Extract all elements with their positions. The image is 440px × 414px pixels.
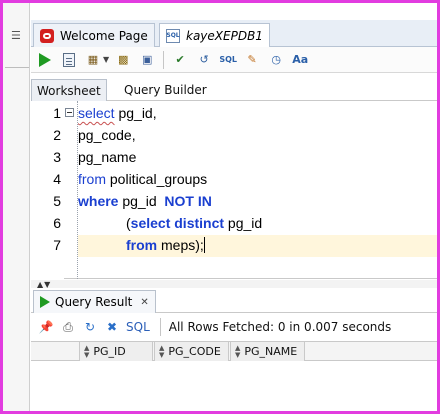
line-number: 5	[53, 193, 61, 209]
code-fold-toggle[interactable]	[65, 108, 74, 117]
run-statement-button[interactable]	[37, 52, 53, 68]
code-text: political_groups	[106, 171, 208, 187]
chevron-down-icon[interactable]: ▼	[103, 55, 109, 64]
result-toolbar: 📌 ⎙ ↻ ✖ SQL All Rows Fetched: 0 in 0.007…	[31, 315, 437, 339]
code-line-3: pg_name	[78, 149, 136, 165]
panel-glyph-icon: ☰	[11, 29, 21, 42]
column-header-pg-id[interactable]: ▲ ▼ PG_ID	[79, 342, 153, 361]
tab-query-result[interactable]: Query Result ✕	[33, 290, 156, 313]
sql-history-button[interactable]: ◷	[268, 52, 284, 68]
unshared-sql-button[interactable]: SQL	[219, 52, 237, 68]
column-label: PG_ID	[93, 345, 126, 358]
commit-button[interactable]: ✔	[172, 52, 188, 68]
play-icon	[39, 52, 51, 67]
result-tab-bar: Query Result ✕	[31, 290, 437, 313]
worksheet-sub-tabs: Worksheet Query Builder	[31, 79, 437, 101]
rollback-button[interactable]: ↺	[196, 52, 212, 68]
window-frame: ☰ Welcome Page SQL kayeXEPDB1 ▦ ▼ ▩ ▣ ✔ …	[0, 0, 440, 414]
play-icon	[40, 296, 50, 308]
print-icon[interactable]: ⎙	[60, 319, 76, 335]
keyword: from	[126, 237, 158, 253]
sort-icon: ▲ ▼	[84, 343, 90, 359]
toolbar-separator	[163, 50, 165, 69]
collapse-arrows-icon[interactable]: ▲▼	[37, 280, 51, 289]
code-text: pg_id	[224, 215, 263, 231]
close-icon[interactable]: ✕	[140, 297, 148, 308]
tab-worksheet[interactable]: Worksheet	[31, 79, 107, 101]
clear-results-icon[interactable]: ✖	[104, 319, 120, 335]
tab-label: Query Result	[55, 295, 133, 309]
line-number: 6	[53, 215, 61, 231]
worksheet-toolbar: ▦ ▼ ▩ ▣ ✔ ↺ SQL ✎ ◷ Aa	[31, 47, 437, 73]
line-number: 7	[53, 237, 61, 253]
result-grid-header: ▲ ▼ PG_ID ▲ ▼ PG_CODE ▲ ▼ PG_NAME	[31, 341, 437, 361]
line-number: 3	[53, 149, 61, 165]
panel-splitter[interactable]: ▲▼	[31, 280, 437, 289]
run-script-button[interactable]	[61, 52, 77, 68]
keyword: where	[78, 193, 119, 209]
tab-label: Welcome Page	[60, 28, 148, 43]
code-line-1: select pg_id,	[78, 105, 157, 121]
result-grid-body[interactable]	[31, 361, 437, 411]
line-number: 1	[53, 105, 61, 121]
sql-editor[interactable]: 1 2 3 4 5 6 7 select pg_id, pg_code, pg_…	[31, 101, 437, 279]
code-text: meps);	[157, 237, 204, 253]
pin-icon[interactable]: 📌	[38, 319, 54, 335]
keyword: NOT IN	[164, 193, 212, 209]
editor-area: Welcome Page SQL kayeXEPDB1 ▦ ▼ ▩ ▣ ✔ ↺ …	[31, 3, 437, 411]
sql-worksheet-icon: SQL	[166, 28, 180, 43]
document-tab-bar: Welcome Page SQL kayeXEPDB1	[31, 20, 437, 47]
code-text: pg_id	[118, 193, 165, 209]
tab-label: kayeXEPDB1	[186, 28, 263, 43]
format-case-button[interactable]: Aa	[292, 52, 308, 68]
left-panel-strip: ☰	[3, 3, 30, 411]
column-header-pg-name[interactable]: ▲ ▼ PG_NAME	[230, 342, 305, 361]
tab-welcome-page[interactable]: Welcome Page	[33, 23, 155, 47]
keyword: from	[78, 171, 106, 187]
column-label: PG_NAME	[244, 345, 298, 358]
tab-label: Worksheet	[37, 83, 101, 98]
code-text: pg_name	[78, 149, 137, 165]
tab-worksheet-connection[interactable]: SQL kayeXEPDB1	[159, 23, 270, 47]
sql-tuning-button[interactable]: ▣	[139, 52, 155, 68]
keyword: select	[78, 105, 115, 121]
sort-icon: ▲ ▼	[235, 343, 241, 359]
column-header-pg-code[interactable]: ▲ ▼ PG_CODE	[154, 342, 229, 361]
explain-plan-button[interactable]: ▩	[115, 52, 131, 68]
fetch-status: All Rows Fetched: 0 in 0.007 seconds	[168, 320, 392, 334]
toolbar-separator	[159, 318, 161, 336]
tab-label: Query Builder	[124, 83, 207, 97]
tab-query-builder[interactable]: Query Builder	[119, 79, 212, 101]
autotrace-button[interactable]: ▦	[85, 52, 101, 68]
panel-divider	[5, 67, 29, 68]
code-line-5: where pg_id NOT IN	[78, 193, 212, 209]
text-caret	[203, 237, 205, 253]
code-line-7: from meps);	[126, 237, 205, 253]
keyword: select distinct	[130, 215, 225, 231]
script-icon	[63, 52, 75, 67]
clear-eraser-button[interactable]: ✎	[244, 52, 260, 68]
line-number: 4	[53, 171, 61, 187]
oracle-icon	[40, 28, 54, 43]
line-number: 2	[53, 127, 61, 143]
view-sql-link[interactable]: SQL	[126, 320, 150, 334]
code-line-2: pg_code,	[78, 127, 136, 143]
refresh-icon[interactable]: ↻	[82, 319, 98, 335]
sort-icon: ▲ ▼	[159, 343, 165, 359]
line-number-gutter: 1 2 3 4 5 6 7	[31, 101, 64, 279]
code-text: pg_id,	[114, 105, 157, 121]
code-line-4: from political_groups	[78, 171, 207, 187]
code-line-6: (select distinct pg_id	[126, 215, 262, 231]
code-text: pg_code,	[78, 127, 136, 143]
column-label: PG_CODE	[168, 345, 221, 358]
